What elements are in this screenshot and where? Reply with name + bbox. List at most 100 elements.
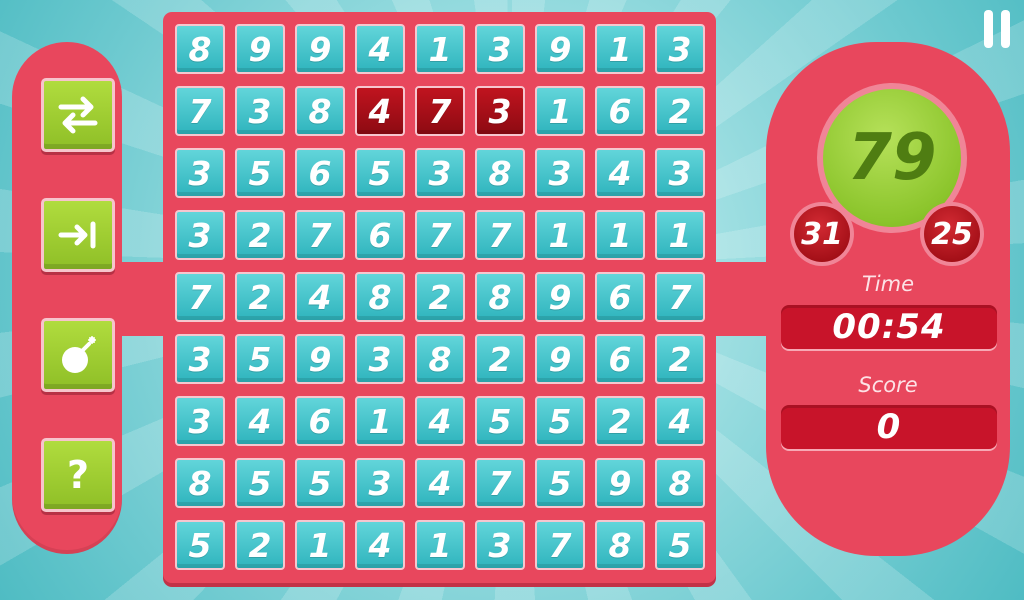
board-cell[interactable]: 3 — [535, 148, 585, 198]
swap-button[interactable] — [41, 78, 115, 152]
board-cell[interactable]: 5 — [295, 458, 345, 508]
board-cell[interactable]: 7 — [535, 520, 585, 570]
board-cell[interactable]: 3 — [655, 148, 705, 198]
board-cell[interactable]: 4 — [655, 396, 705, 446]
board-cell[interactable]: 9 — [295, 24, 345, 74]
board-cell[interactable]: 5 — [355, 148, 405, 198]
board-cell[interactable]: 5 — [235, 458, 285, 508]
board-cell[interactable]: 3 — [655, 24, 705, 74]
board-cell[interactable]: 5 — [175, 520, 225, 570]
board-cell[interactable]: 3 — [415, 148, 465, 198]
board-cell[interactable]: 3 — [355, 334, 405, 384]
board-cell[interactable]: 7 — [175, 86, 225, 136]
swap-arrows-icon — [58, 96, 98, 134]
board-cell[interactable]: 5 — [235, 334, 285, 384]
board-cell[interactable]: 6 — [595, 272, 645, 322]
board-cell[interactable]: 8 — [655, 458, 705, 508]
pause-button[interactable] — [982, 10, 1012, 48]
board-cell[interactable]: 7 — [415, 86, 465, 136]
board-cell[interactable]: 4 — [355, 24, 405, 74]
board-cell[interactable]: 4 — [235, 396, 285, 446]
board-cell[interactable]: 2 — [655, 334, 705, 384]
help-button[interactable]: ? — [41, 438, 115, 512]
board-cell[interactable]: 3 — [235, 86, 285, 136]
skip-button[interactable] — [41, 198, 115, 272]
board-cell[interactable]: 1 — [535, 210, 585, 260]
board-cell[interactable]: 3 — [175, 210, 225, 260]
board-cell[interactable]: 5 — [655, 520, 705, 570]
time-label: Time — [861, 272, 915, 296]
board-cell[interactable]: 2 — [595, 396, 645, 446]
board-cell[interactable]: 9 — [295, 334, 345, 384]
board-cell[interactable]: 1 — [655, 210, 705, 260]
board-cell[interactable]: 9 — [595, 458, 645, 508]
board-cell[interactable]: 7 — [655, 272, 705, 322]
board-cell[interactable]: 1 — [295, 520, 345, 570]
board-cell[interactable]: 5 — [535, 396, 585, 446]
board-cell[interactable]: 1 — [595, 210, 645, 260]
right-counter: 25 — [924, 206, 980, 262]
score-label: Score — [858, 373, 918, 397]
board-cell[interactable]: 1 — [415, 520, 465, 570]
board-cell[interactable]: 1 — [535, 86, 585, 136]
board-cell[interactable]: 3 — [175, 334, 225, 384]
board-cell[interactable]: 4 — [295, 272, 345, 322]
board-cell[interactable]: 3 — [475, 520, 525, 570]
bomb-icon — [62, 336, 96, 373]
score-value: 0 — [781, 405, 997, 449]
board-cell[interactable]: 5 — [475, 396, 525, 446]
board-cell[interactable]: 2 — [235, 520, 285, 570]
board-cell[interactable]: 8 — [595, 520, 645, 570]
board-cell[interactable]: 3 — [475, 24, 525, 74]
board-cell[interactable]: 1 — [415, 24, 465, 74]
board-cell[interactable]: 3 — [355, 458, 405, 508]
board-cell[interactable]: 7 — [295, 210, 345, 260]
board-cell[interactable]: 7 — [475, 458, 525, 508]
board-cell[interactable]: 2 — [415, 272, 465, 322]
board-cell[interactable]: 2 — [655, 86, 705, 136]
help-icon: ? — [66, 453, 90, 497]
board-cell[interactable]: 3 — [475, 86, 525, 136]
board-cell[interactable]: 8 — [175, 458, 225, 508]
board-cell[interactable]: 6 — [595, 334, 645, 384]
board-cell[interactable]: 9 — [535, 334, 585, 384]
board-cell[interactable]: 6 — [355, 210, 405, 260]
board-cell[interactable]: 5 — [235, 148, 285, 198]
board-cell[interactable]: 8 — [295, 86, 345, 136]
board-cell[interactable]: 7 — [175, 272, 225, 322]
board-cell[interactable]: 2 — [475, 334, 525, 384]
board-cell[interactable]: 1 — [595, 24, 645, 74]
board-cell[interactable]: 8 — [415, 334, 465, 384]
pause-icon — [984, 10, 993, 48]
bomb-button[interactable] — [41, 318, 115, 392]
board-cell[interactable]: 3 — [175, 148, 225, 198]
time-value: 00:54 — [781, 305, 997, 349]
tools-panel: ? — [12, 42, 122, 554]
board-cell[interactable]: 4 — [355, 86, 405, 136]
board-cell[interactable]: 6 — [295, 148, 345, 198]
board-cell[interactable]: 2 — [235, 210, 285, 260]
board-cell[interactable]: 9 — [535, 272, 585, 322]
board-cell[interactable]: 6 — [595, 86, 645, 136]
board-cell[interactable]: 3 — [175, 396, 225, 446]
board-cell[interactable]: 5 — [535, 458, 585, 508]
skip-arrow-icon — [58, 221, 96, 249]
board-cell[interactable]: 4 — [595, 148, 645, 198]
board-cell[interactable]: 8 — [175, 24, 225, 74]
board-cell[interactable]: 2 — [235, 272, 285, 322]
board-cell[interactable]: 4 — [415, 458, 465, 508]
board-cell[interactable]: 6 — [295, 396, 345, 446]
left-counter: 31 — [794, 206, 850, 262]
board-cell[interactable]: 4 — [355, 520, 405, 570]
board-cell[interactable]: 8 — [475, 148, 525, 198]
board-cell[interactable]: 8 — [475, 272, 525, 322]
pause-icon-bar — [1001, 10, 1010, 48]
board-cell[interactable]: 9 — [535, 24, 585, 74]
number-board: 8994139137384731623565383433276771117248… — [163, 12, 716, 583]
board-cell[interactable]: 7 — [415, 210, 465, 260]
board-cell[interactable]: 4 — [415, 396, 465, 446]
board-cell[interactable]: 1 — [355, 396, 405, 446]
board-cell[interactable]: 7 — [475, 210, 525, 260]
board-cell[interactable]: 9 — [235, 24, 285, 74]
board-cell[interactable]: 8 — [355, 272, 405, 322]
